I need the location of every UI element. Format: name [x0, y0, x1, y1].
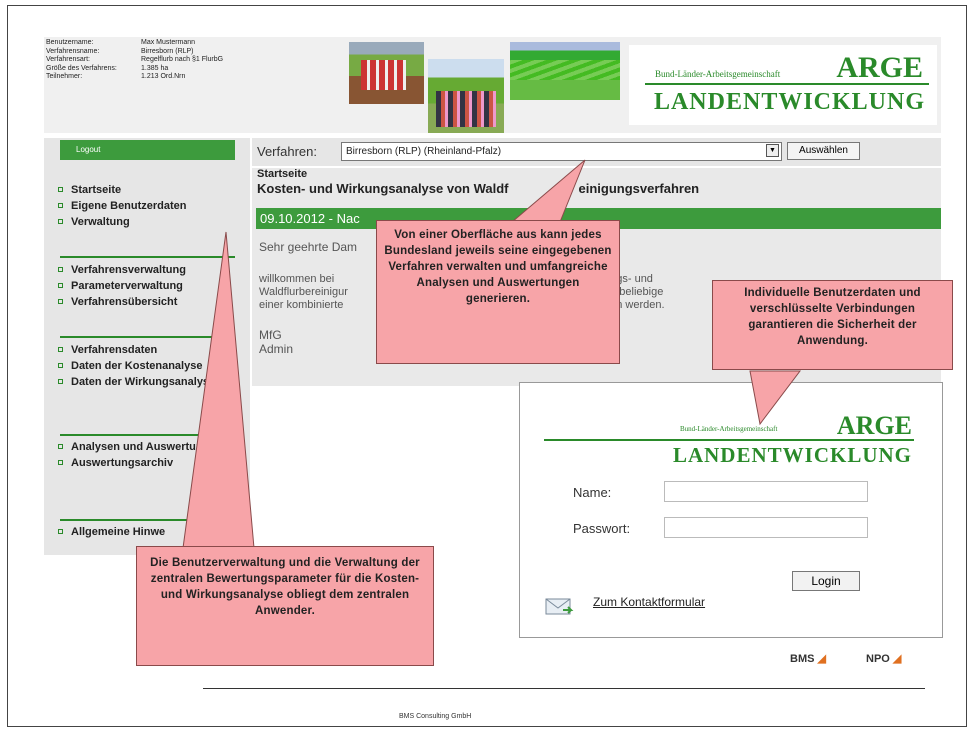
callout-right: Individuelle Benutzerdaten und verschlüs… [712, 280, 953, 370]
callout-bottom: Die Benutzerverwaltung und die Verwaltun… [136, 546, 434, 666]
callout-center: Von einer Oberfläche aus kann jedes Bund… [376, 220, 620, 364]
